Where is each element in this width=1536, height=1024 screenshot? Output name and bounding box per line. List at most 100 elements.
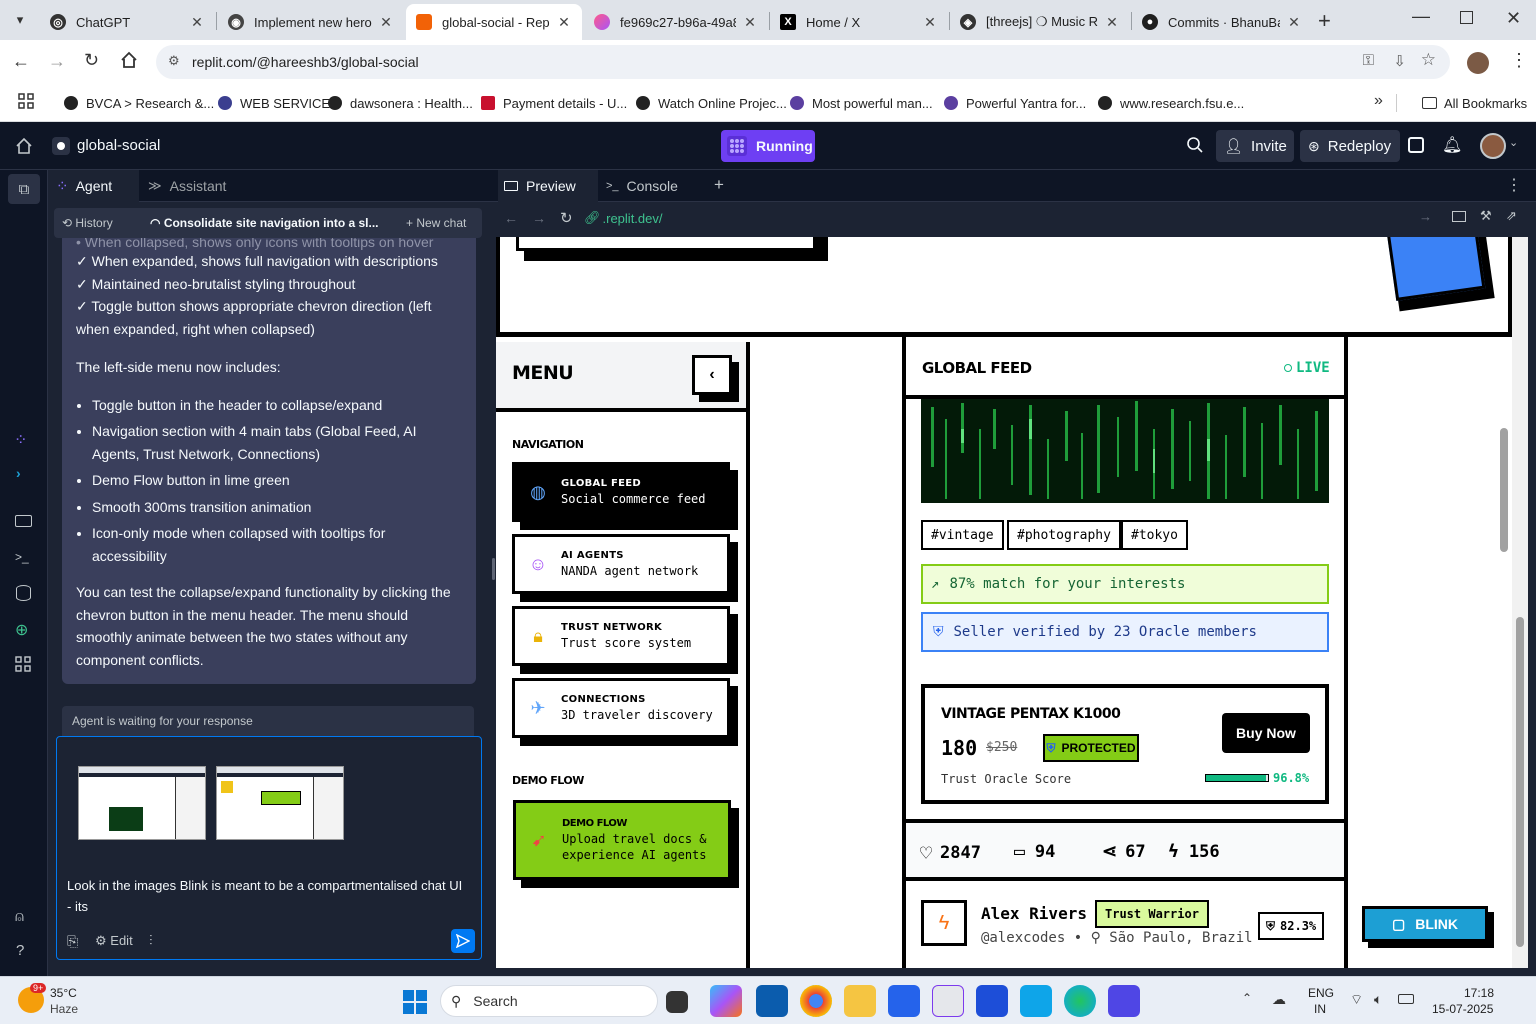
tab-agent[interactable]: ⁘ Agent [48, 170, 139, 202]
preview-scrollbar[interactable] [1512, 237, 1528, 968]
collapse-toggle-button[interactable]: ‹ [692, 355, 732, 395]
attachment-thumbnail[interactable] [78, 766, 206, 840]
repl-name[interactable]: global-social [77, 137, 160, 154]
task-view-icon[interactable] [666, 991, 688, 1013]
key-icon[interactable]: ⚿ [1363, 52, 1374, 69]
browser-tab[interactable]: fe969c27-b96a-49a8 ✕ [584, 4, 768, 40]
tab-menu-icon[interactable]: ⋮ [1506, 175, 1522, 195]
install-icon[interactable]: ⇩ [1393, 52, 1406, 70]
history-button[interactable]: ⟲ History [62, 216, 113, 230]
battery-icon[interactable] [1398, 994, 1414, 1004]
demo-flow-button[interactable]: ➹ DEMO FLOW Upload travel docs & experien… [513, 800, 731, 880]
devtools-icon[interactable]: ⚒ [1480, 208, 1492, 224]
copilot-icon[interactable] [710, 985, 742, 1017]
home-button[interactable] [120, 51, 138, 69]
cloud-icon[interactable]: ☁ [1272, 991, 1286, 1008]
close-icon[interactable]: ✕ [1286, 14, 1302, 31]
new-tab-button[interactable]: + [1318, 8, 1331, 34]
apps-grid-icon[interactable] [18, 93, 34, 109]
help-icon[interactable]: ? [16, 942, 24, 959]
user-avatar[interactable]: ϟ [921, 900, 967, 946]
language-indicator[interactable]: ENG [1308, 986, 1334, 1000]
browser-tab[interactable]: ◈ [threejs] ❍ Music Rea ✕ [950, 4, 1130, 40]
preview-url-bar[interactable]: 🔗︎ .replit.dev/ → [584, 206, 1444, 230]
chrome-icon[interactable] [800, 985, 832, 1017]
notepad-icon[interactable] [1020, 985, 1052, 1017]
profile-avatar[interactable] [1467, 52, 1489, 74]
clock-date[interactable]: 15-07-2025 [1432, 1002, 1493, 1016]
star-icon[interactable]: ☆ [1421, 50, 1436, 70]
run-button[interactable]: Running [721, 130, 815, 162]
devices-icon[interactable] [1452, 211, 1466, 222]
attach-icon[interactable]: ⎘ [67, 933, 78, 950]
assistant-icon[interactable]: › [16, 465, 21, 481]
maximize-button[interactable] [1460, 11, 1473, 24]
bookmark-item[interactable]: Most powerful man... [790, 92, 933, 114]
alerts-icon[interactable]: ⍝ [15, 908, 24, 925]
bookmark-item[interactable]: BVCA > Research &... [64, 92, 214, 114]
close-icon[interactable]: ✕ [378, 14, 394, 31]
volume-icon[interactable]: 🔈︎ [1374, 991, 1382, 1008]
tab-search-icon[interactable]: ▾ [10, 10, 30, 30]
chat-title[interactable]: ◠ Consolidate site navigation into a sl.… [150, 216, 379, 230]
close-icon[interactable]: ✕ [189, 14, 205, 31]
preview-reload-button[interactable]: ↻ [560, 209, 573, 227]
console-icon[interactable]: >_ [15, 550, 29, 564]
user-name[interactable]: Alex Rivers [981, 904, 1087, 923]
nav-item-connections[interactable]: ✈ CONNECTIONS 3D traveler discovery [512, 678, 730, 738]
home-icon[interactable] [14, 136, 34, 156]
nav-item-ai-agents[interactable]: ☺ AI AGENTS NANDA agent network [512, 534, 730, 594]
invite-button[interactable]: 👤︎ Invite [1216, 130, 1294, 162]
agent-icon[interactable]: ⁘ [14, 430, 27, 450]
all-tools-icon[interactable] [15, 656, 31, 672]
settings-sliders-icon[interactable]: ⫶ [149, 932, 153, 949]
preview-forward-button[interactable]: → [532, 210, 546, 226]
bookmark-item[interactable]: www.research.fsu.e... [1098, 92, 1244, 114]
tag-chip[interactable]: #vintage [921, 520, 1004, 550]
all-bookmarks-folder[interactable]: All Bookmarks [1422, 92, 1527, 114]
window-close-button[interactable]: ✕ [1506, 8, 1521, 29]
bookmark-item[interactable]: WEB SERVICE [218, 92, 330, 114]
preview-back-button[interactable]: ← [504, 210, 518, 226]
tab-assistant[interactable]: ≫ Assistant [140, 170, 250, 202]
boost-button[interactable]: ϟ 156 [1168, 841, 1220, 862]
add-tab-button[interactable]: + [714, 175, 724, 195]
nav-item-global-feed[interactable]: ◍ GLOBAL FEED Social commerce feed [512, 462, 730, 522]
close-icon[interactable]: ✕ [556, 14, 572, 31]
browser-tab-active[interactable]: global-social - Replit ✕ [406, 4, 582, 40]
chevron-up-icon[interactable]: ⌃ [1242, 991, 1252, 1005]
search-icon[interactable] [1186, 136, 1204, 154]
preview-icon[interactable] [15, 515, 32, 527]
word-icon[interactable] [976, 985, 1008, 1017]
browser-tab[interactable]: X Home / X ✕ [770, 4, 948, 40]
open-new-tab-icon[interactable]: ⇗ [1506, 208, 1517, 224]
wifi-icon[interactable]: ⌔ [1350, 991, 1363, 1009]
edit-button[interactable]: ⚙ Edit [95, 933, 133, 949]
bookmark-item[interactable]: Payment details - U... [481, 92, 627, 114]
snipping-tool-icon[interactable] [932, 985, 964, 1017]
taskbar-search[interactable]: ⚲ Search [440, 985, 658, 1017]
resize-handle[interactable] [492, 558, 495, 580]
tab-preview[interactable]: Preview [498, 170, 598, 202]
store-icon[interactable] [888, 985, 920, 1017]
chat-input[interactable]: Look in the images Blink is meant to be … [56, 736, 482, 960]
new-chat-button[interactable]: + New chat [406, 216, 466, 230]
clock-time[interactable]: 17:18 [1464, 986, 1494, 1000]
panel-toggle-icon[interactable]: ⧉ [8, 174, 40, 204]
deployments-icon[interactable]: ⊕ [15, 620, 28, 640]
more-bookmarks-icon[interactable]: » [1374, 92, 1383, 110]
inner-scrollbar-thumb[interactable] [1500, 428, 1508, 552]
bell-icon[interactable]: 🔔︎ [1442, 135, 1462, 155]
site-info-icon[interactable]: ⚙ [168, 53, 180, 69]
buy-now-button[interactable]: Buy Now [1222, 713, 1310, 753]
tag-chip[interactable]: #photography [1007, 520, 1121, 550]
browser-tab[interactable]: ◎ ChatGPT ✕ [40, 4, 215, 40]
url-bar[interactable]: ⚙ replit.com/@hareeshb3/global-social ⚿ … [156, 45, 1450, 79]
attachment-thumbnail[interactable] [216, 766, 344, 840]
trello-icon[interactable] [756, 985, 788, 1017]
chevron-down-icon[interactable]: ⌄ [1509, 136, 1518, 149]
multiplayer-icon[interactable] [1408, 137, 1424, 153]
browser-tab[interactable]: ◉ Implement new hero ✕ [218, 4, 404, 40]
bookmark-item[interactable]: Watch Online Projec... [636, 92, 787, 114]
close-icon[interactable]: ✕ [922, 14, 938, 31]
